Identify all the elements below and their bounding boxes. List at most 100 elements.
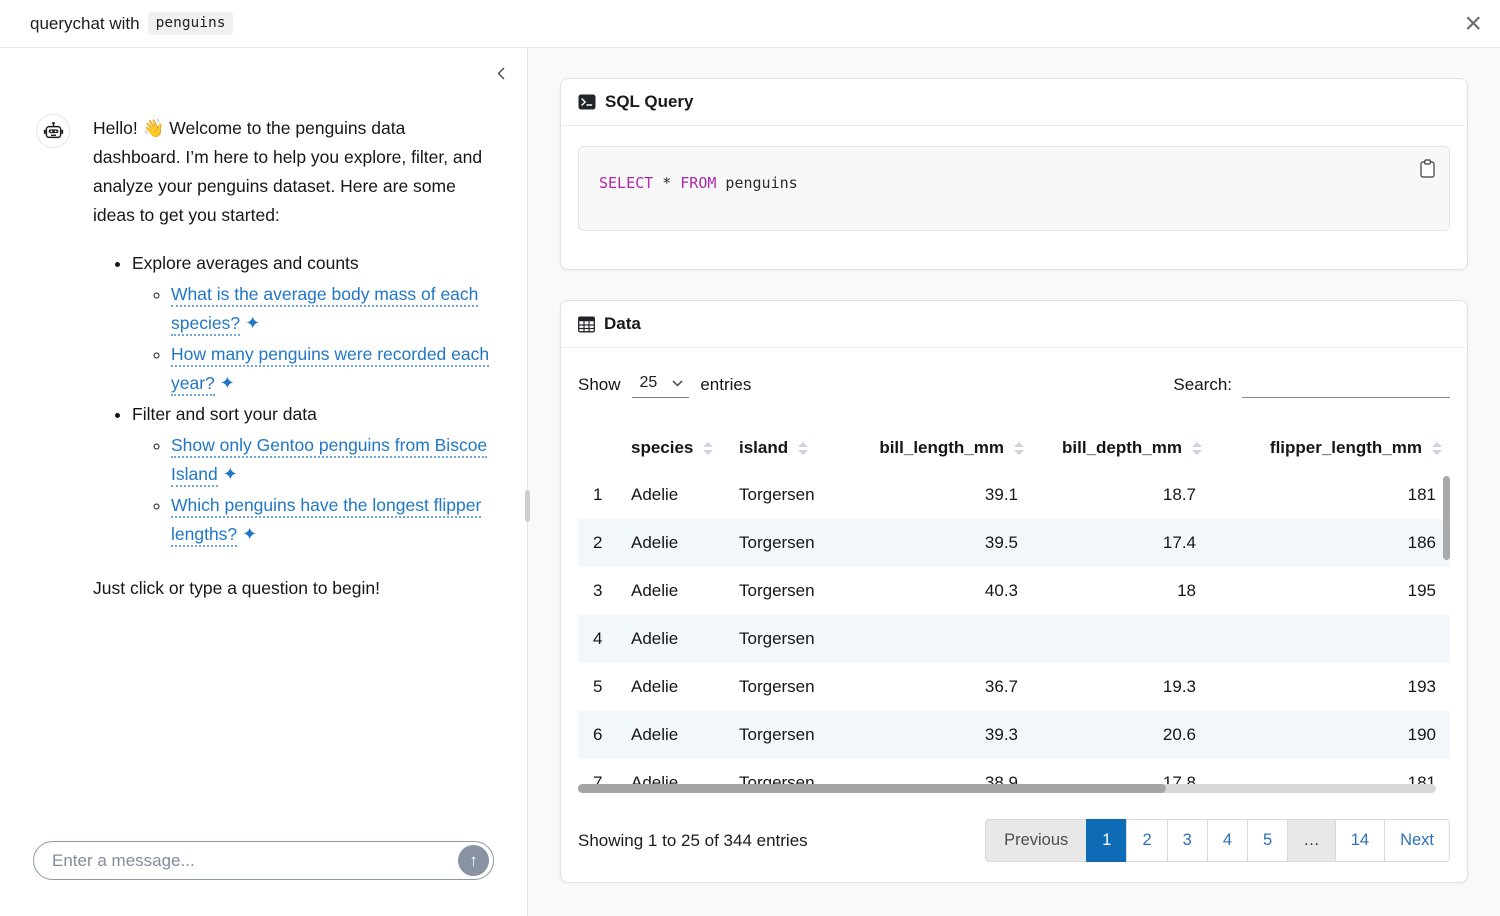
horizontal-scrollbar[interactable]	[578, 784, 1166, 793]
data-card-title: Data	[604, 314, 641, 334]
table-cell: Adelie	[616, 471, 724, 519]
page-length-control: Show 25 entries	[578, 372, 751, 398]
table-row: 2AdelieTorgersen39.517.4186	[578, 519, 1450, 567]
pagination-button-previous: Previous	[985, 819, 1087, 862]
column-label: bill_depth_mm	[1062, 438, 1182, 458]
suggestion-group: Explore averages and counts What is the a…	[132, 249, 491, 398]
suggestion-link[interactable]: Show only Gentoo penguins from Biscoe Is…	[171, 435, 487, 484]
chevron-down-icon	[672, 380, 683, 387]
up-arrow-icon: ↑	[469, 851, 478, 871]
pagination: Previous12345…14Next	[985, 819, 1450, 862]
table-cell: 18	[1034, 567, 1212, 615]
data-card-body: Show 25 entries Search:	[561, 348, 1467, 882]
robot-icon	[43, 121, 64, 142]
copy-icon[interactable]	[1417, 156, 1438, 184]
column-header-species[interactable]: species	[616, 425, 724, 471]
table-cell: 17.4	[1034, 519, 1212, 567]
suggestion-item: What is the average body mass of each sp…	[171, 280, 491, 338]
table-cell: 195	[1212, 567, 1450, 615]
table-info: Showing 1 to 25 of 344 entries	[578, 831, 808, 851]
sql-query-card: SQL Query SELECT * FROM penguins	[560, 78, 1468, 270]
column-header-flipper_length_mm[interactable]: flipper_length_mm	[1212, 425, 1450, 471]
table-controls: Show 25 entries Search:	[578, 372, 1450, 398]
suggestion-link[interactable]: What is the average body mass of each sp…	[171, 284, 478, 333]
column-label: flipper_length_mm	[1270, 438, 1422, 458]
table-footer: Showing 1 to 25 of 344 entries Previous1…	[578, 819, 1450, 862]
send-button[interactable]: ↑	[458, 845, 489, 876]
pagination-button-2[interactable]: 2	[1126, 819, 1167, 862]
pagination-button-…: …	[1287, 819, 1336, 862]
suggestion-link[interactable]: Which penguins have the longest flipper …	[171, 495, 481, 544]
chat-message: Hello! 👋 Welcome to the penguins data da…	[0, 48, 527, 603]
table-cell	[1034, 615, 1212, 663]
table-viewport: speciesisland bill_length_mm bill_depth_mm…	[578, 425, 1450, 795]
pagination-button-next[interactable]: Next	[1384, 819, 1450, 862]
suggestion-group-label: Explore averages and counts	[132, 253, 359, 273]
search-control: Search:	[1173, 372, 1450, 398]
table-cell: 36.7	[844, 663, 1034, 711]
bot-avatar	[36, 114, 70, 148]
table-search-input[interactable]	[1242, 372, 1450, 398]
chat-input[interactable]	[33, 841, 494, 880]
table-cell: Adelie	[616, 567, 724, 615]
table-cell: 193	[1212, 663, 1450, 711]
sparkle-icon: ✦	[220, 373, 235, 393]
pagination-button-14[interactable]: 14	[1335, 819, 1385, 862]
table-cell: 39.5	[844, 519, 1034, 567]
page-length-select[interactable]: 25	[632, 372, 690, 398]
row-index-cell: 5	[578, 663, 616, 711]
row-index-cell: 3	[578, 567, 616, 615]
data-card-header: Data	[561, 301, 1467, 348]
suggestion-item: How many penguins were recorded each yea…	[171, 340, 491, 398]
table-cell: 186	[1212, 519, 1450, 567]
table-cell: Torgersen	[724, 567, 844, 615]
chat-panel: Hello! 👋 Welcome to the penguins data da…	[0, 48, 528, 916]
pagination-button-4[interactable]: 4	[1207, 819, 1248, 862]
suggestion-group-label: Filter and sort your data	[132, 404, 317, 424]
row-index-cell: 1	[578, 471, 616, 519]
table-cell: Adelie	[616, 615, 724, 663]
table-cell: Torgersen	[724, 615, 844, 663]
chat-closing: Just click or type a question to begin!	[93, 574, 491, 603]
title-dataset-chip: penguins	[148, 12, 234, 35]
table-cell	[1212, 615, 1450, 663]
table-cell: Torgersen	[724, 711, 844, 759]
data-table: speciesisland bill_length_mm bill_depth_mm…	[578, 425, 1450, 795]
table-row: 1AdelieTorgersen39.118.7181	[578, 471, 1450, 519]
top-bar: querychat with penguins ×	[0, 0, 1500, 48]
table-row: 4AdelieTorgersen	[578, 615, 1450, 663]
pagination-button-5[interactable]: 5	[1247, 819, 1288, 862]
horizontal-scrollbar-track	[578, 784, 1436, 793]
table-cell: 40.3	[844, 567, 1034, 615]
table-cell: 181	[1212, 471, 1450, 519]
table-cell	[844, 615, 1034, 663]
table-cell: 190	[1212, 711, 1450, 759]
table-cell: 20.6	[1034, 711, 1212, 759]
search-label: Search:	[1173, 375, 1232, 395]
collapse-panel-button[interactable]	[492, 64, 511, 86]
data-card: Data Show 25 entries	[560, 300, 1468, 883]
entries-label: entries	[700, 375, 751, 395]
column-label: bill_length_mm	[879, 438, 1004, 458]
column-header-island[interactable]: island	[724, 425, 844, 471]
dashboard-content: SQL Query SELECT * FROM penguins	[528, 48, 1500, 916]
chevron-left-icon	[494, 66, 509, 81]
column-header-bill_depth_mm[interactable]: bill_depth_mm	[1034, 425, 1212, 471]
sparkle-icon: ✦	[242, 524, 257, 544]
show-label: Show	[578, 375, 621, 395]
column-header-bill_length_mm[interactable]: bill_length_mm	[844, 425, 1034, 471]
table-cell: Adelie	[616, 711, 724, 759]
pagination-button-1[interactable]: 1	[1086, 819, 1127, 862]
suggestion-link[interactable]: How many penguins were recorded each yea…	[171, 344, 489, 393]
vertical-scrollbar[interactable]	[1443, 476, 1450, 560]
close-icon[interactable]: ×	[1464, 9, 1482, 39]
row-index-cell: 6	[578, 711, 616, 759]
row-index-header[interactable]	[578, 425, 616, 471]
sort-icon	[1014, 442, 1024, 455]
sql-code: SELECT * FROM penguins	[599, 174, 798, 192]
table-cell: Adelie	[616, 663, 724, 711]
page-length-value: 25	[640, 374, 658, 392]
panel-resize-handle[interactable]	[525, 490, 530, 522]
pagination-button-3[interactable]: 3	[1167, 819, 1208, 862]
suggestion-item: Which penguins have the longest flipper …	[171, 491, 491, 549]
